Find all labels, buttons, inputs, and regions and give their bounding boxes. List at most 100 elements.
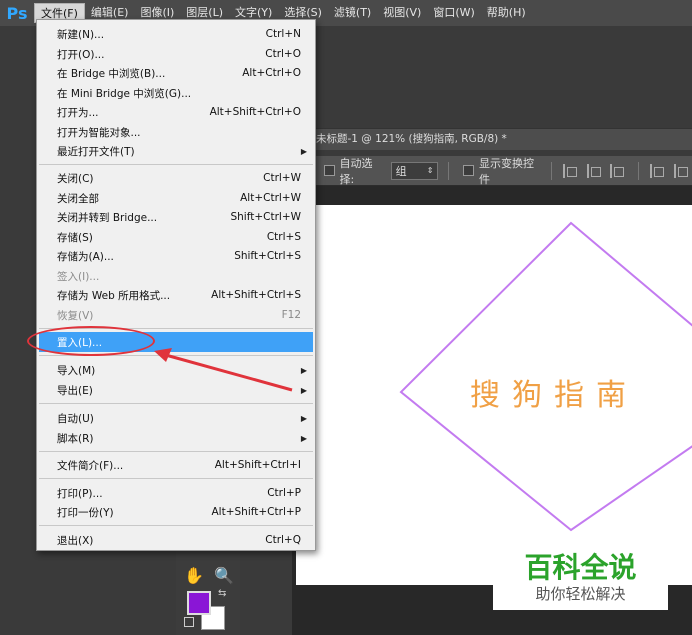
options-separator xyxy=(551,161,553,180)
arrow-shaft xyxy=(161,352,293,392)
menu-divider xyxy=(39,525,313,526)
watermark-subtitle: 助你轻松解决 xyxy=(535,585,626,603)
photoshop-logo: Ps xyxy=(6,3,28,23)
options-bar: 自动选择: 组 ⇕ 显示变换控件 xyxy=(316,156,692,186)
menu-item-close-go-bridge[interactable]: 关闭并转到 Bridge... Shift+Ctrl+W xyxy=(37,207,315,227)
align-vcenter-icon[interactable] xyxy=(586,163,602,178)
menu-item-shortcut: Alt+Ctrl+W xyxy=(240,192,301,204)
menu-item-label: 恢复(V) xyxy=(57,309,94,322)
swap-colors-icon[interactable]: ⇆ xyxy=(218,588,226,599)
menu-item-shortcut: F12 xyxy=(281,309,301,321)
menu-item-label: 打开(O)... xyxy=(57,48,105,61)
menu-divider xyxy=(39,164,313,165)
foreground-color-swatch[interactable] xyxy=(187,591,211,615)
menu-item-label: 在 Mini Bridge 中浏览(G)... xyxy=(57,87,192,100)
menu-item-label: 打印一份(Y) xyxy=(57,506,114,519)
submenu-arrow-icon: ▶ xyxy=(300,413,307,423)
menu-item-shortcut: Shift+Ctrl+S xyxy=(234,250,301,262)
menu-divider xyxy=(39,451,313,452)
show-transform-checkbox[interactable] xyxy=(463,165,474,176)
menu-item-save-as[interactable]: 存储为(A)... Shift+Ctrl+S xyxy=(37,246,315,266)
align-hcenter-icon[interactable] xyxy=(673,163,689,178)
default-colors-icon[interactable] xyxy=(184,617,194,627)
menu-item-print[interactable]: 打印(P)... Ctrl+P xyxy=(37,483,315,503)
menu-item-label: 文件简介(F)... xyxy=(57,459,124,472)
menu-help[interactable]: 帮助(H) xyxy=(481,3,532,23)
menu-item-open[interactable]: 打开(O)... Ctrl+O xyxy=(37,44,315,64)
menu-item-shortcut: Ctrl+N xyxy=(265,28,301,40)
menu-filter[interactable]: 滤镜(T) xyxy=(328,3,377,23)
menu-item-close-all[interactable]: 关闭全部 Alt+Ctrl+W xyxy=(37,188,315,208)
menu-item-automate[interactable]: 自动(U) ▶ xyxy=(37,408,315,428)
menu-item-exit[interactable]: 退出(X) Ctrl+Q xyxy=(37,530,315,550)
menu-divider xyxy=(39,478,313,479)
menu-item-label: 导入(M) xyxy=(57,364,96,377)
menu-item-shortcut: Ctrl+W xyxy=(263,172,301,184)
menu-item-shortcut: Ctrl+S xyxy=(266,231,301,243)
auto-select-dropdown[interactable]: 组 ⇕ xyxy=(390,161,439,180)
menu-item-close[interactable]: 关闭(C) Ctrl+W xyxy=(37,168,315,188)
menu-item-label: 关闭并转到 Bridge... xyxy=(57,211,158,224)
menu-item-save-for-web[interactable]: 存储为 Web 所用格式... Alt+Shift+Ctrl+S xyxy=(37,285,315,305)
menu-view[interactable]: 视图(V) xyxy=(377,3,427,23)
show-transform-label: 显示变换控件 xyxy=(478,156,534,186)
menu-item-shortcut: Ctrl+Q xyxy=(265,534,301,546)
menu-item-browse-bridge[interactable]: 在 Bridge 中浏览(B)... Alt+Ctrl+O xyxy=(37,63,315,83)
menu-item-label: 退出(X) xyxy=(57,534,94,547)
menu-item-recent-files[interactable]: 最近打开文件(T) ▶ xyxy=(37,141,315,161)
menu-item-label: 存储为 Web 所用格式... xyxy=(57,289,171,302)
menu-item-scripts[interactable]: 脚本(R) ▶ xyxy=(37,428,315,448)
menu-item-label: 自动(U) xyxy=(57,412,94,425)
menu-item-save[interactable]: 存储(S) Ctrl+S xyxy=(37,227,315,247)
hand-tool-icon[interactable]: ✋ xyxy=(184,566,204,585)
menu-item-open-as[interactable]: 打开为... Alt+Shift+Ctrl+O xyxy=(37,102,315,122)
menu-item-browse-mini-bridge[interactable]: 在 Mini Bridge 中浏览(G)... xyxy=(37,83,315,103)
menu-item-open-smart-object[interactable]: 打开为智能对象... xyxy=(37,122,315,142)
menu-item-label: 关闭全部 xyxy=(57,192,99,205)
menu-item-label: 脚本(R) xyxy=(57,432,94,445)
menu-item-shortcut: Shift+Ctrl+W xyxy=(230,211,301,223)
menu-item-check-in: 签入(I)... xyxy=(37,266,315,286)
submenu-arrow-icon: ▶ xyxy=(300,146,307,156)
align-left-icon[interactable] xyxy=(650,163,665,178)
menu-item-label: 关闭(C) xyxy=(57,172,94,185)
document-tab[interactable]: 未标题-1 @ 121% (搜狗指南, RGB/8) * xyxy=(316,128,692,150)
menu-item-label: 签入(I)... xyxy=(57,270,100,283)
watermark-logo: 百科全说 助你轻松解决 xyxy=(493,540,668,610)
annotation-ellipse xyxy=(27,326,155,356)
submenu-arrow-icon: ▶ xyxy=(300,385,307,395)
menu-item-revert: 恢复(V) F12 xyxy=(37,305,315,325)
menu-item-label: 存储为(A)... xyxy=(57,250,114,263)
menu-item-label: 打开为... xyxy=(57,106,99,119)
menu-item-new[interactable]: 新建(N)... Ctrl+N xyxy=(37,24,315,44)
options-separator xyxy=(448,161,450,180)
menu-item-shortcut: Alt+Shift+Ctrl+I xyxy=(214,459,301,471)
menu-item-shortcut: Ctrl+P xyxy=(267,487,301,499)
menu-item-shortcut: Alt+Shift+Ctrl+P xyxy=(211,506,302,518)
options-separator xyxy=(638,161,640,180)
menu-item-label: 最近打开文件(T) xyxy=(57,145,135,158)
menu-item-shortcut: Alt+Shift+Ctrl+O xyxy=(209,106,301,118)
watermark-title: 百科全说 xyxy=(524,551,637,584)
menu-item-shortcut: Alt+Ctrl+O xyxy=(242,67,301,79)
menu-item-label: 新建(N)... xyxy=(57,28,105,41)
menu-item-label: 在 Bridge 中浏览(B)... xyxy=(57,67,166,80)
file-menu-dropdown: 新建(N)... Ctrl+N 打开(O)... Ctrl+O 在 Bridge… xyxy=(36,19,316,551)
align-top-icon[interactable] xyxy=(563,163,578,178)
menu-window[interactable]: 窗口(W) xyxy=(427,3,480,23)
auto-select-value: 组 xyxy=(395,164,407,178)
annotation-arrow-icon xyxy=(154,348,293,392)
dropdown-stepper-icon: ⇕ xyxy=(426,166,434,175)
auto-select-checkbox[interactable] xyxy=(324,165,335,176)
submenu-arrow-icon: ▶ xyxy=(300,433,307,443)
menu-item-label: 存储(S) xyxy=(57,231,93,244)
menu-item-label: 打开为智能对象... xyxy=(57,126,141,139)
submenu-arrow-icon: ▶ xyxy=(300,365,307,375)
menu-item-print-one-copy[interactable]: 打印一份(Y) Alt+Shift+Ctrl+P xyxy=(37,502,315,522)
menu-item-file-info[interactable]: 文件简介(F)... Alt+Shift+Ctrl+I xyxy=(37,455,315,475)
zoom-tool-icon[interactable]: 🔍 xyxy=(214,566,234,585)
align-bottom-icon[interactable] xyxy=(610,163,625,178)
menu-item-shortcut: Alt+Shift+Ctrl+S xyxy=(211,289,301,301)
menu-item-label: 打印(P)... xyxy=(57,487,103,500)
canvas-text: 搜狗指南 xyxy=(470,378,638,413)
